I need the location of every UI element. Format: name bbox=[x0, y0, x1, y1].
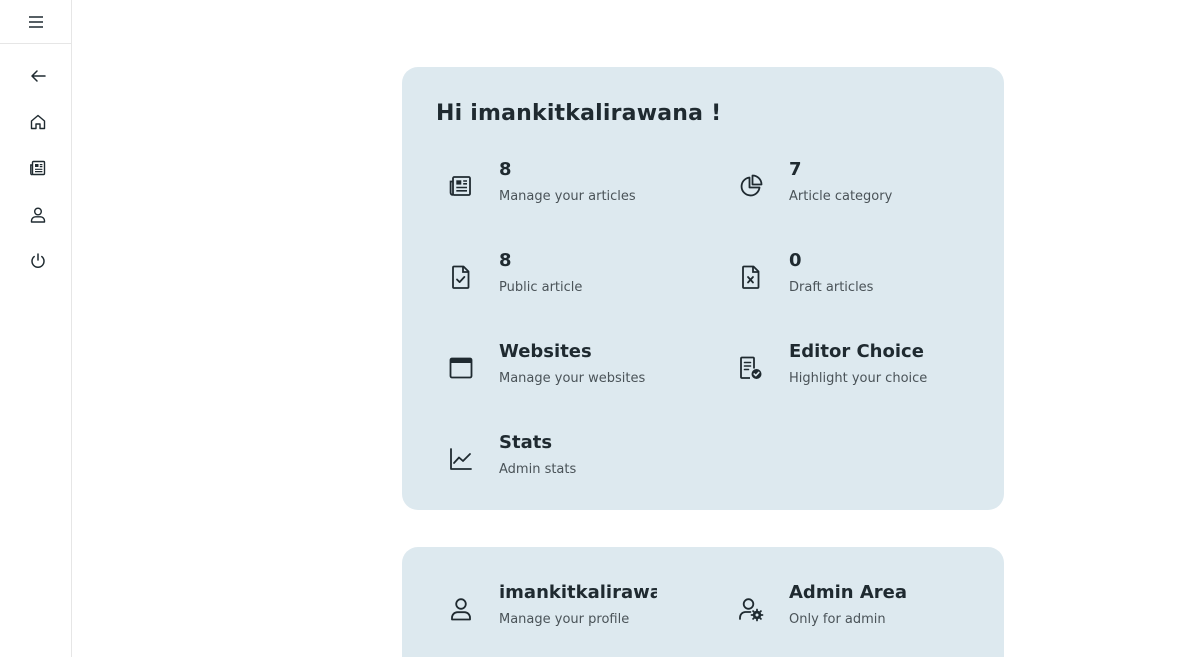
category-count: 7 bbox=[789, 159, 802, 180]
account-card: imankitkalirawana Manage your profile Ad… bbox=[402, 547, 1004, 657]
sidebar-item-profile[interactable] bbox=[25, 202, 51, 228]
admin-area-title: Admin Area bbox=[789, 582, 907, 603]
tile-profile[interactable]: imankitkalirawana Manage your profile bbox=[438, 582, 688, 642]
tile-article-category[interactable]: 7 Article category bbox=[728, 159, 978, 219]
draft-label: Draft articles bbox=[789, 280, 874, 295]
file-x-icon bbox=[728, 254, 774, 300]
editor-choice-title: Editor Choice bbox=[789, 341, 924, 362]
document-badge-check-icon bbox=[728, 345, 774, 391]
category-label: Article category bbox=[789, 189, 893, 204]
sidebar bbox=[0, 0, 72, 657]
dashboard-card: Hi imankitkalirawana ! 8 Manage your art… bbox=[402, 67, 1004, 510]
logout-button[interactable] bbox=[25, 248, 51, 274]
websites-title: Websites bbox=[499, 341, 592, 362]
stats-label: Admin stats bbox=[499, 462, 577, 477]
articles-label: Manage your articles bbox=[499, 189, 636, 204]
draft-count: 0 bbox=[789, 250, 802, 271]
greeting-heading: Hi imankitkalirawana ! bbox=[436, 101, 722, 126]
menu-toggle-button[interactable] bbox=[0, 0, 71, 44]
file-check-icon bbox=[438, 254, 484, 300]
user-icon bbox=[30, 207, 46, 223]
sidebar-item-home[interactable] bbox=[25, 109, 51, 135]
tile-editor-choice[interactable]: Editor Choice Highlight your choice bbox=[728, 341, 978, 401]
articles-count: 8 bbox=[499, 159, 512, 180]
profile-username: imankitkalirawana bbox=[499, 582, 657, 603]
newspaper-icon bbox=[30, 160, 46, 176]
browser-window-icon bbox=[438, 345, 484, 391]
tile-websites[interactable]: Websites Manage your websites bbox=[438, 341, 688, 401]
tile-public-article[interactable]: 8 Public article bbox=[438, 250, 688, 310]
stats-title: Stats bbox=[499, 432, 553, 453]
hamburger-icon bbox=[28, 15, 43, 28]
websites-label: Manage your websites bbox=[499, 371, 646, 386]
tile-admin-area[interactable]: Admin Area Only for admin bbox=[728, 582, 978, 642]
tile-stats[interactable]: Stats Admin stats bbox=[438, 432, 688, 492]
arrow-left-icon bbox=[31, 70, 46, 82]
tile-manage-articles[interactable]: 8 Manage your articles bbox=[438, 159, 688, 219]
tile-draft-articles[interactable]: 0 Draft articles bbox=[728, 250, 978, 310]
home-icon bbox=[30, 114, 46, 130]
power-icon bbox=[31, 253, 45, 268]
back-button[interactable] bbox=[25, 63, 51, 89]
profile-label: Manage your profile bbox=[499, 612, 630, 627]
public-count: 8 bbox=[499, 250, 512, 271]
public-label: Public article bbox=[499, 280, 583, 295]
sidebar-item-articles[interactable] bbox=[25, 155, 51, 181]
user-gear-icon bbox=[728, 586, 774, 632]
editor-choice-label: Highlight your choice bbox=[789, 371, 928, 386]
admin-area-label: Only for admin bbox=[789, 612, 886, 627]
pie-chart-icon bbox=[728, 163, 774, 209]
user-icon bbox=[438, 586, 484, 632]
line-chart-icon bbox=[438, 436, 484, 482]
newspaper-icon bbox=[438, 163, 484, 209]
